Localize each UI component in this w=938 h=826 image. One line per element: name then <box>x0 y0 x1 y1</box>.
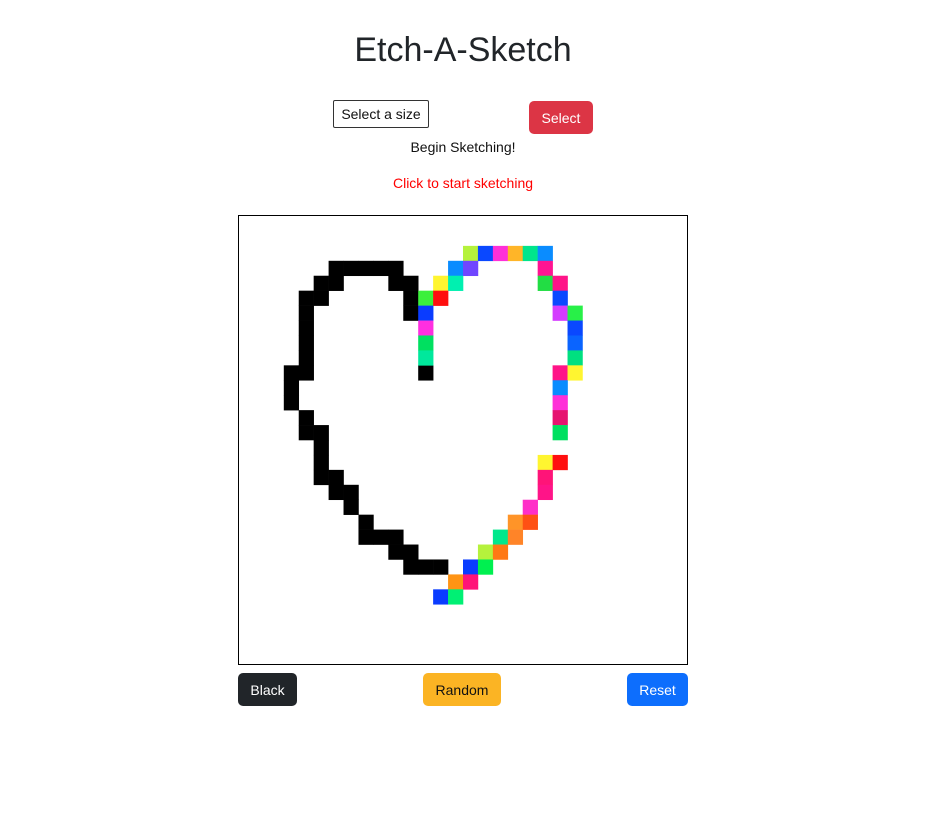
sketch-cell[interactable] <box>313 275 329 291</box>
sketch-cell[interactable] <box>328 469 344 486</box>
sketch-cell[interactable] <box>298 425 314 441</box>
black-button[interactable]: Black <box>238 673 297 706</box>
sketch-cell[interactable] <box>522 499 538 515</box>
sketch-cell[interactable] <box>567 350 583 366</box>
sketch-canvas[interactable] <box>239 216 687 664</box>
sketch-cell[interactable] <box>358 529 374 545</box>
sketch-cell[interactable] <box>373 260 389 277</box>
select-button[interactable]: Select <box>529 101 593 134</box>
sketch-cell[interactable] <box>522 245 538 262</box>
sketch-cell[interactable] <box>537 484 553 501</box>
sketch-cell[interactable] <box>537 260 553 277</box>
sketch-cell[interactable] <box>522 514 538 530</box>
sketch-cell[interactable] <box>343 484 359 501</box>
sketch-cell[interactable] <box>537 245 553 262</box>
reset-button[interactable]: Reset <box>627 673 688 706</box>
sketch-cell[interactable] <box>283 365 300 381</box>
sketch-grid[interactable] <box>238 215 688 665</box>
sketch-cell[interactable] <box>313 469 329 486</box>
sketch-cell[interactable] <box>388 275 404 291</box>
sketch-cell[interactable] <box>298 320 314 336</box>
sketch-cell[interactable] <box>403 305 419 321</box>
sketch-cell[interactable] <box>448 589 464 605</box>
page-title: Etch-A-Sketch <box>354 31 572 69</box>
sketch-cell[interactable] <box>418 559 434 575</box>
sketch-cell[interactable] <box>433 589 449 605</box>
sketch-cell[interactable] <box>552 305 568 321</box>
sketch-cell[interactable] <box>463 245 479 262</box>
sketch-cell[interactable] <box>552 454 568 471</box>
sketch-cell[interactable] <box>463 260 479 277</box>
sketch-cell[interactable] <box>418 335 434 351</box>
sketch-cell[interactable] <box>298 305 314 321</box>
size-select[interactable]: Select a size <box>333 100 429 128</box>
sketch-cell[interactable] <box>313 440 329 456</box>
sketch-cell[interactable] <box>552 290 568 306</box>
sketch-cell[interactable] <box>388 529 404 545</box>
sketch-cell[interactable] <box>328 275 344 291</box>
sketch-cell[interactable] <box>298 350 314 366</box>
sketch-cell[interactable] <box>283 380 300 396</box>
sketch-cell[interactable] <box>313 290 329 306</box>
sketch-cell[interactable] <box>463 574 479 590</box>
sketch-cell[interactable] <box>477 559 494 575</box>
sketch-cell[interactable] <box>403 559 419 575</box>
sketch-cell[interactable] <box>537 469 553 486</box>
sketch-cell[interactable] <box>298 410 314 426</box>
sketch-cell[interactable] <box>313 425 329 441</box>
sketch-cell[interactable] <box>418 290 434 306</box>
sketch-cell[interactable] <box>343 260 359 277</box>
sketch-cell[interactable] <box>433 275 449 291</box>
sketch-cell[interactable] <box>298 335 314 351</box>
sketch-cell[interactable] <box>298 365 314 381</box>
sketch-cell[interactable] <box>507 514 524 530</box>
sketch-cell[interactable] <box>567 335 583 351</box>
sketch-cell[interactable] <box>567 305 583 321</box>
sketch-cell[interactable] <box>433 290 449 306</box>
status-text: Begin Sketching! <box>410 139 516 155</box>
sketch-cell[interactable] <box>418 365 434 381</box>
sketch-cell[interactable] <box>552 425 568 441</box>
sketch-cell[interactable] <box>567 365 583 381</box>
sketch-cell[interactable] <box>343 499 359 515</box>
sketch-cell[interactable] <box>448 574 464 590</box>
sketch-cell[interactable] <box>418 320 434 336</box>
sketch-cell[interactable] <box>448 275 464 291</box>
hint-text: Click to start sketching <box>392 175 534 191</box>
sketch-cell[interactable] <box>552 395 568 411</box>
sketch-cell[interactable] <box>358 260 374 277</box>
sketch-cell[interactable] <box>477 245 494 262</box>
sketch-cell[interactable] <box>328 484 344 501</box>
sketch-cell[interactable] <box>537 454 553 471</box>
sketch-cell[interactable] <box>448 260 464 277</box>
sketch-cell[interactable] <box>373 529 389 545</box>
sketch-cell[interactable] <box>552 365 568 381</box>
sketch-cell[interactable] <box>567 320 583 336</box>
sketch-cell[interactable] <box>492 529 509 545</box>
sketch-cell[interactable] <box>298 290 314 306</box>
sketch-cell[interactable] <box>492 245 509 262</box>
sketch-cell[interactable] <box>328 260 344 277</box>
sketch-cell[interactable] <box>433 559 449 575</box>
sketch-cell[interactable] <box>283 395 300 411</box>
sketch-cell[interactable] <box>358 514 374 530</box>
sketch-cell[interactable] <box>477 544 494 560</box>
sketch-cell[interactable] <box>552 275 568 291</box>
sketch-cell[interactable] <box>552 380 568 396</box>
sketch-cell[interactable] <box>388 260 404 277</box>
random-button[interactable]: Random <box>423 673 501 706</box>
sketch-cell[interactable] <box>507 529 524 545</box>
sketch-cell[interactable] <box>403 275 419 291</box>
sketch-cell[interactable] <box>492 544 509 560</box>
sketch-cell[interactable] <box>403 290 419 306</box>
sketch-cell[interactable] <box>537 275 553 291</box>
sketch-cell[interactable] <box>418 350 434 366</box>
sketch-cell[interactable] <box>418 305 434 321</box>
sketch-cell[interactable] <box>388 544 404 560</box>
sketch-cell[interactable] <box>403 544 419 560</box>
sketch-cell[interactable] <box>507 245 524 262</box>
sketch-cell[interactable] <box>463 559 479 575</box>
sketch-cell[interactable] <box>313 454 329 471</box>
sketch-cell[interactable] <box>552 410 568 426</box>
